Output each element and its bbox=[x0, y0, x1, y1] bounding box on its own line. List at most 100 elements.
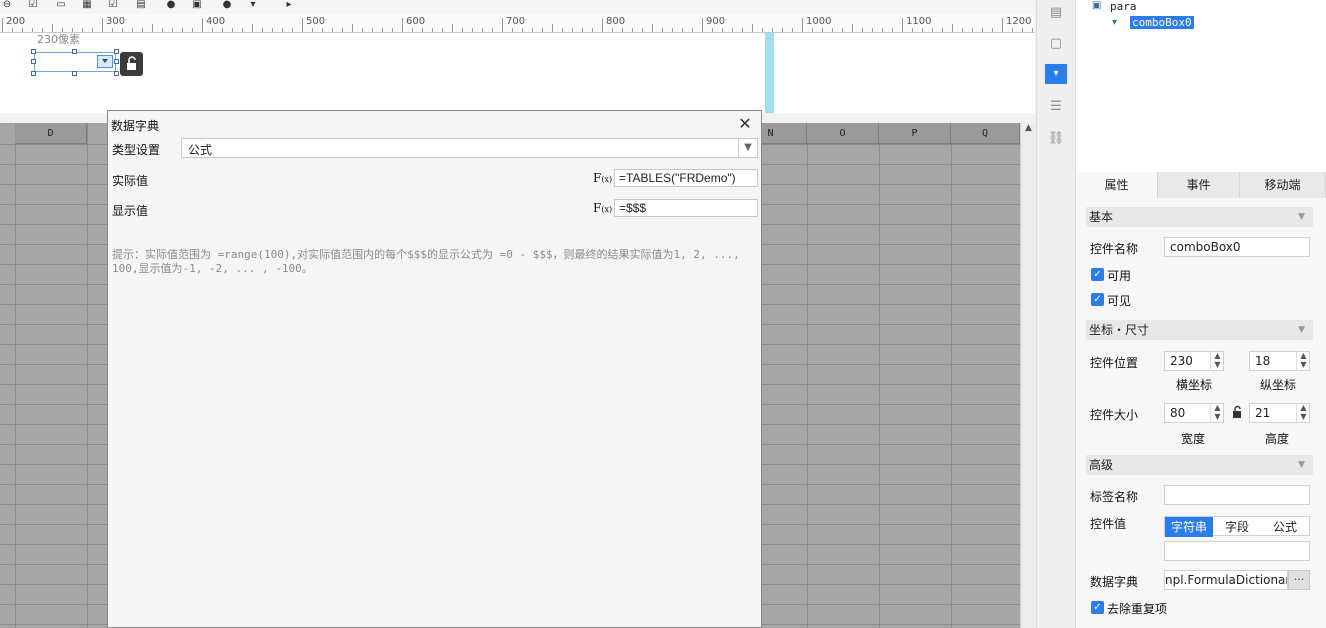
table-icon[interactable]: ▦ bbox=[80, 0, 94, 10]
more-icon[interactable]: ▸ bbox=[282, 0, 296, 10]
ruler-minor-tick bbox=[442, 28, 443, 32]
type-select[interactable]: 公式 ▼ bbox=[181, 138, 758, 158]
data-dictionary-edit-button[interactable]: ··· bbox=[1288, 570, 1310, 590]
ruler-minor-tick bbox=[82, 28, 83, 32]
column-header-p[interactable]: P bbox=[879, 123, 951, 144]
resize-handle[interactable] bbox=[72, 71, 77, 76]
aspect-lock-icon[interactable] bbox=[1231, 405, 1243, 422]
height-input[interactable]: 21 ▲ ▼ bbox=[1249, 403, 1310, 423]
ruler-minor-tick bbox=[392, 28, 393, 32]
widget-library-icon[interactable]: ▤ bbox=[1045, 2, 1067, 24]
ruler-minor-tick bbox=[122, 28, 123, 32]
column-header-q[interactable]: Q bbox=[951, 123, 1020, 144]
value-type-field[interactable]: 字段 bbox=[1213, 517, 1261, 537]
dialog-title: 数据字典 bbox=[111, 119, 160, 133]
tab-events[interactable]: 事件 bbox=[1158, 172, 1240, 198]
resize-handle[interactable] bbox=[72, 49, 77, 54]
tree-icon[interactable]: ▣ bbox=[190, 0, 204, 10]
position-label: 控件位置 bbox=[1090, 356, 1139, 370]
vertical-scrollbar[interactable]: ▲ bbox=[1020, 123, 1036, 628]
y-stepper[interactable]: ▲ ▼ bbox=[1296, 351, 1310, 371]
basic-section-title: 基本 bbox=[1089, 210, 1114, 224]
resize-handle[interactable] bbox=[114, 71, 119, 76]
ruler-minor-tick bbox=[982, 28, 983, 32]
ruler-minor-tick bbox=[692, 28, 693, 32]
resize-handle[interactable] bbox=[114, 59, 119, 64]
column-header-d[interactable]: D bbox=[15, 123, 87, 144]
type-label: 类型设置 bbox=[112, 143, 161, 157]
width-stepper[interactable]: ▲ ▼ bbox=[1210, 403, 1224, 423]
enabled-checkbox[interactable]: ✓ bbox=[1091, 268, 1104, 281]
ruler-label: 1000 bbox=[806, 16, 832, 27]
frame-icon[interactable]: ▭ bbox=[54, 0, 68, 10]
globe-icon[interactable]: ● bbox=[164, 0, 178, 10]
toolbar: ⊖ ☑ ▭ ▦ ☑ ▤ ● ▣ ● ▾ ▸ bbox=[0, 0, 1035, 14]
combo-icon[interactable]: ▾ bbox=[246, 0, 260, 10]
display-value-label: 显示值 bbox=[112, 204, 149, 218]
ruler-label: 400 bbox=[206, 16, 226, 27]
ruler-minor-tick bbox=[362, 28, 363, 32]
para-boundary-strip bbox=[765, 33, 774, 113]
width-input[interactable]: 80 ▲ ▼ bbox=[1164, 403, 1224, 423]
tag-name-input[interactable] bbox=[1164, 485, 1310, 505]
link-icon[interactable]: ⛓ bbox=[1045, 128, 1067, 150]
advanced-section-title: 高级 bbox=[1089, 458, 1114, 472]
x-stepper[interactable]: ▲ ▼ bbox=[1210, 351, 1224, 371]
column-header-o[interactable]: O bbox=[807, 123, 879, 144]
ruler: 200 300 400 500 600 700 800 900 1000 1100 1200 bbox=[0, 14, 1093, 33]
check-list-icon[interactable]: ☑ bbox=[106, 0, 120, 10]
display-value-input[interactable]: =$$$ bbox=[614, 199, 758, 217]
formula-icon[interactable]: F(x) bbox=[593, 201, 612, 215]
chevron-down-icon[interactable]: ▼ bbox=[738, 139, 757, 157]
dedupe-checkbox[interactable]: ✓ bbox=[1091, 601, 1104, 614]
unlock-icon[interactable] bbox=[120, 52, 143, 76]
actual-value-input[interactable]: =TABLES("FRDemo") bbox=[614, 169, 758, 187]
para-design-area[interactable] bbox=[0, 33, 1035, 113]
data-dictionary-input[interactable]: npl.FormulaDictionary bbox=[1164, 570, 1288, 590]
visible-checkbox[interactable]: ✓ bbox=[1091, 293, 1104, 306]
map-icon[interactable]: ● bbox=[220, 0, 234, 10]
ruler-minor-tick bbox=[962, 28, 963, 32]
ruler-minor-tick bbox=[622, 28, 623, 32]
number-icon[interactable]: ▤ bbox=[134, 0, 148, 10]
ruler-minor-tick bbox=[972, 28, 973, 32]
resize-handle[interactable] bbox=[114, 49, 119, 54]
resize-handle[interactable] bbox=[31, 49, 36, 54]
tree-node-combobox[interactable]: comboBox0 bbox=[1130, 16, 1194, 29]
ruler-minor-tick bbox=[172, 28, 173, 32]
tab-properties[interactable]: 属性 bbox=[1076, 172, 1158, 198]
ruler-minor-tick bbox=[852, 24, 853, 32]
widget-value-input[interactable] bbox=[1164, 541, 1310, 561]
resize-handle[interactable] bbox=[31, 59, 36, 64]
basic-section[interactable]: 基本 ▼ bbox=[1086, 207, 1313, 227]
formula-icon[interactable]: F(x) bbox=[593, 171, 612, 185]
frame-icon[interactable]: ▢ bbox=[1045, 33, 1067, 55]
x-coordinate-input[interactable]: 230 ▲ ▼ bbox=[1164, 351, 1224, 371]
ruler-major-tick bbox=[602, 18, 603, 32]
zoom-icon[interactable]: ⊖ bbox=[0, 0, 14, 10]
height-stepper[interactable]: ▲ ▼ bbox=[1296, 403, 1310, 423]
value-type-formula[interactable]: 公式 bbox=[1261, 517, 1309, 537]
combobox-icon[interactable]: ▾ bbox=[1045, 64, 1067, 84]
coord-size-section[interactable]: 坐标・尺寸 ▼ bbox=[1086, 320, 1313, 340]
ruler-minor-tick bbox=[422, 28, 423, 32]
ruler-minor-tick bbox=[812, 28, 813, 32]
close-icon[interactable]: ✕ bbox=[736, 115, 754, 133]
widget-sidebar: ▤ ▢ ▾ ☰ ⛓ bbox=[1036, 0, 1076, 628]
y-coordinate-input[interactable]: 18 ▲ ▼ bbox=[1249, 351, 1310, 371]
resize-handle[interactable] bbox=[31, 71, 36, 76]
widget-name-input[interactable]: comboBox0 bbox=[1164, 237, 1310, 257]
scroll-up-icon[interactable]: ▲ bbox=[1021, 123, 1036, 133]
data-dictionary-dialog: 数据字典 ✕ 类型设置 公式 ▼ 实际值 F(x) =TABLES("FRDem… bbox=[107, 110, 762, 628]
ruler-minor-tick bbox=[1032, 28, 1033, 32]
value-type-string[interactable]: 字符串 bbox=[1165, 517, 1213, 537]
checkbox-icon[interactable]: ☑ bbox=[26, 0, 40, 10]
combobox-dropdown-icon bbox=[97, 55, 113, 68]
advanced-section[interactable]: 高级 ▼ bbox=[1086, 455, 1313, 475]
ruler-minor-tick bbox=[572, 28, 573, 32]
tab-mobile[interactable]: 移动端 bbox=[1240, 172, 1326, 198]
tree-node-para[interactable]: para bbox=[1110, 0, 1137, 13]
ruler-minor-tick bbox=[532, 28, 533, 32]
list-icon[interactable]: ☰ bbox=[1045, 96, 1067, 118]
ruler-minor-tick bbox=[312, 28, 313, 32]
